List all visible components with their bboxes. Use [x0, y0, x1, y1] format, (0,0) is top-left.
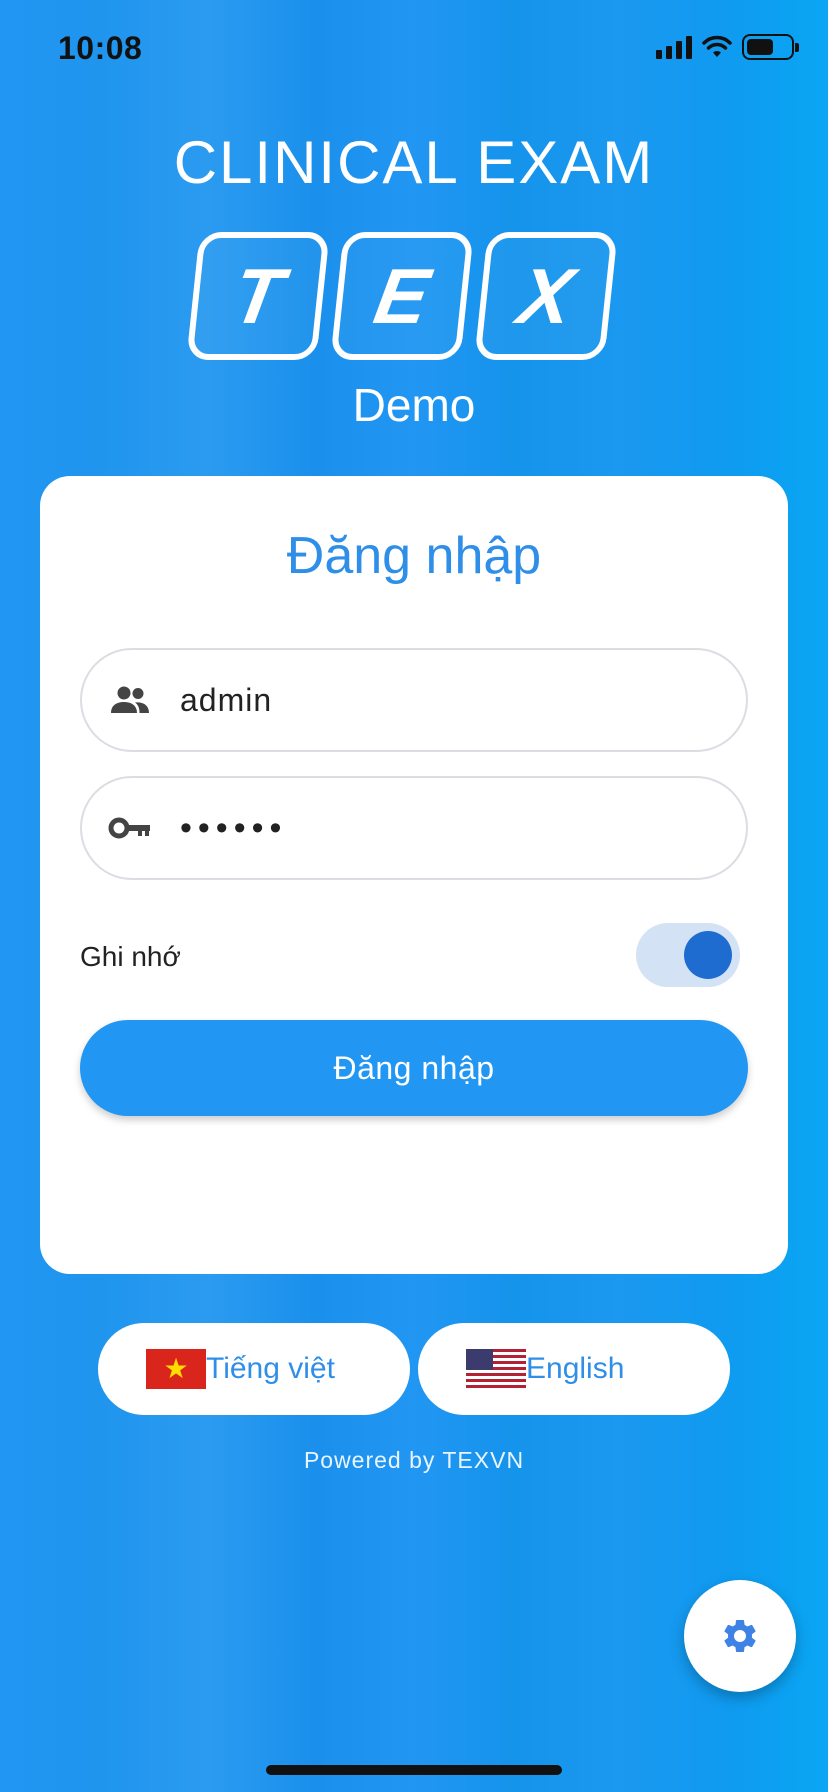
language-button-english[interactable]: English — [418, 1323, 730, 1415]
app-subtitle: Demo — [352, 379, 476, 431]
us-flag-icon — [466, 1349, 526, 1389]
logo-letter: X — [512, 251, 580, 340]
gear-icon — [724, 1620, 756, 1652]
language-label: Tiếng việt — [206, 1352, 335, 1385]
logo-letter: E — [368, 251, 436, 340]
vietnam-flag-icon: ★ — [146, 1349, 206, 1389]
logo-tile-t: T — [186, 232, 330, 360]
key-icon — [108, 806, 152, 850]
app-header: CLINICAL EXAM — [0, 128, 828, 197]
username-field[interactable]: admin — [80, 648, 748, 752]
login-button[interactable]: Đăng nhập — [80, 1020, 748, 1116]
remember-label: Ghi nhớ — [80, 941, 181, 972]
battery-icon — [742, 34, 799, 60]
password-input[interactable]: •••••• — [180, 809, 287, 848]
cellular-signal-icon — [656, 35, 692, 59]
status-time: 10:08 — [58, 30, 143, 66]
logo-letter: T — [226, 251, 290, 340]
powered-by-text: Powered by TEXVN — [303, 1447, 525, 1473]
username-input[interactable]: admin — [180, 682, 272, 719]
toggle-knob — [684, 931, 732, 979]
tex-logo: T E X — [186, 232, 618, 360]
app-title: CLINICAL EXAM — [173, 129, 655, 196]
logo-tile-x: X — [474, 232, 618, 360]
status-icons — [656, 34, 799, 60]
status-bar: 10:08 — [0, 0, 828, 100]
language-button-vietnamese[interactable]: ★ Tiếng việt — [98, 1323, 410, 1415]
people-icon — [108, 678, 152, 722]
remember-toggle[interactable] — [636, 923, 740, 987]
logo-tile-e: E — [330, 232, 474, 360]
login-title: Đăng nhập — [286, 527, 542, 585]
language-label: English — [526, 1352, 625, 1385]
settings-button[interactable] — [684, 1580, 796, 1692]
login-card: Đăng nhập admin •••••• Ghi nhớ Đăng nhập — [40, 476, 788, 1274]
wifi-icon — [702, 35, 732, 57]
home-indicator — [266, 1765, 562, 1775]
password-field[interactable]: •••••• — [80, 776, 748, 880]
